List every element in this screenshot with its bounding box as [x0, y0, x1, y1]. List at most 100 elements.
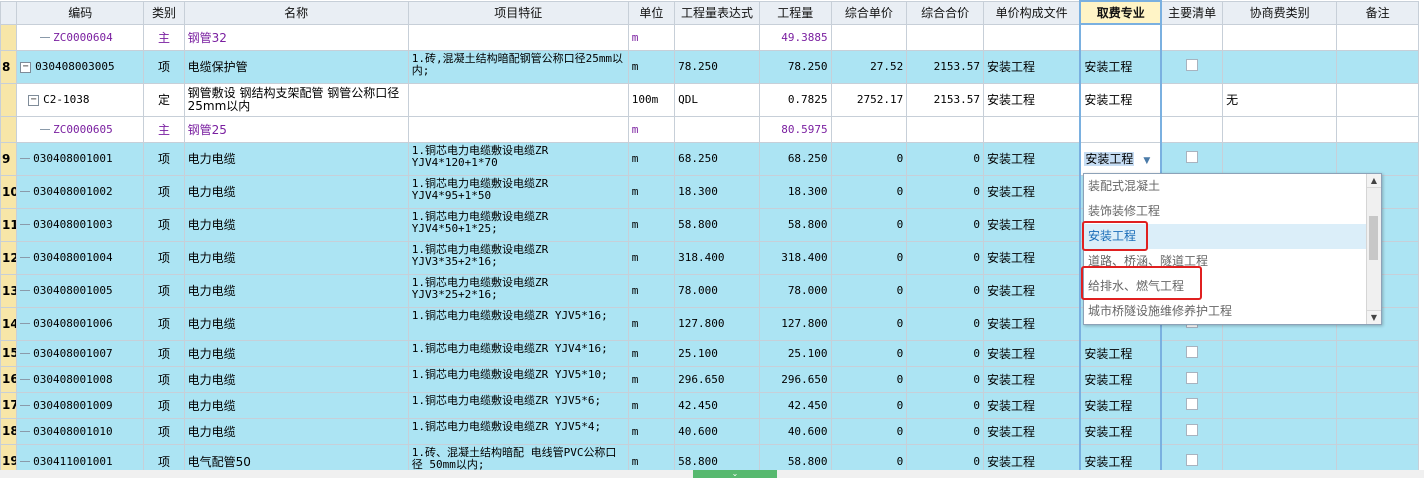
- expression-cell[interactable]: 68.250: [674, 141, 760, 176]
- col-header-price-file[interactable]: 单价构成文件: [982, 0, 1081, 25]
- main-list-cell[interactable]: [1160, 365, 1224, 393]
- table-row[interactable]: 9 030408001001 项电力电缆 1.铜芯电力电缆敷设电缆ZR YJV4*12…: [0, 141, 1419, 176]
- negotiated-fee-cell[interactable]: 无: [1222, 82, 1338, 117]
- price-file-cell[interactable]: [982, 115, 1081, 143]
- quantity-cell[interactable]: 40.600: [758, 417, 832, 445]
- type-cell[interactable]: 项: [143, 240, 185, 275]
- total-price-cell[interactable]: 0: [906, 365, 984, 393]
- unit-price-cell[interactable]: 0: [830, 365, 908, 393]
- unit-cell[interactable]: m: [627, 23, 676, 51]
- unit-cell[interactable]: m: [627, 365, 676, 393]
- type-cell[interactable]: 主: [143, 23, 185, 51]
- quantity-cell[interactable]: 68.250: [758, 141, 832, 176]
- note-cell[interactable]: [1336, 141, 1419, 176]
- code-cell[interactable]: ZC0000605: [16, 115, 145, 143]
- expression-cell[interactable]: 42.450: [674, 391, 760, 419]
- unit-price-cell[interactable]: [830, 23, 908, 51]
- type-cell[interactable]: 项: [143, 306, 185, 341]
- table-row[interactable]: 19 030411001001 项电气配管501.砖、混凝土结构暗配 电线管PVC公…: [0, 443, 1419, 470]
- quantity-cell[interactable]: 58.800: [758, 207, 832, 242]
- total-price-cell[interactable]: 2153.57: [906, 49, 984, 84]
- total-price-cell[interactable]: 0: [906, 417, 984, 445]
- table-row[interactable]: 18 030408001010 项电力电缆1.铜芯电力电缆敷设电缆ZR YJV5*4…: [0, 417, 1419, 445]
- unit-cell[interactable]: m: [627, 391, 676, 419]
- code-cell[interactable]: −030408003005: [16, 49, 145, 84]
- fee-specialty-cell[interactable]: 安装工程: [1079, 49, 1163, 84]
- col-header-feature[interactable]: 项目特征: [407, 0, 629, 25]
- code-cell[interactable]: ZC0000604: [16, 23, 145, 51]
- negotiated-fee-cell[interactable]: [1222, 365, 1338, 393]
- table-row[interactable]: 16 030408001008 项电力电缆1.铜芯电力电缆敷设电缆ZR YJV5*1…: [0, 365, 1419, 393]
- col-header-total-price[interactable]: 综合合价: [906, 0, 984, 25]
- negotiated-fee-cell[interactable]: [1222, 141, 1338, 176]
- note-cell[interactable]: [1336, 115, 1419, 143]
- unit-cell[interactable]: m: [627, 240, 676, 275]
- note-cell[interactable]: [1336, 23, 1419, 51]
- unit-price-cell[interactable]: 2752.17: [830, 82, 908, 117]
- total-price-cell[interactable]: 0: [906, 443, 984, 470]
- main-list-checkbox[interactable]: [1186, 423, 1199, 436]
- price-file-cell[interactable]: 安装工程: [982, 82, 1081, 117]
- col-header-negotiated-fee[interactable]: 协商费类别: [1222, 0, 1338, 25]
- code-cell[interactable]: 030408001005: [16, 273, 145, 308]
- total-price-cell[interactable]: 0: [906, 141, 984, 176]
- feature-cell[interactable]: [407, 115, 629, 143]
- feature-cell[interactable]: 1.铜芯电力电缆敷设电缆ZR YJV3*35+2*16;: [407, 240, 629, 275]
- name-cell[interactable]: 钢管敷设 钢结构支架配管 钢管公称口径25mm以内: [183, 82, 409, 117]
- unit-cell[interactable]: m: [627, 115, 676, 143]
- expression-cell[interactable]: 40.600: [674, 417, 760, 445]
- code-cell[interactable]: 030408001001: [16, 141, 145, 176]
- main-list-cell[interactable]: [1160, 141, 1224, 176]
- code-cell[interactable]: 030408001003: [16, 207, 145, 242]
- main-list-checkbox[interactable]: [1186, 345, 1199, 358]
- table-row[interactable]: 17 030408001009 项电力电缆1.铜芯电力电缆敷设电缆ZR YJV5*6…: [0, 391, 1419, 419]
- total-price-cell[interactable]: [906, 23, 984, 51]
- unit-cell[interactable]: m: [627, 417, 676, 445]
- quantity-cell[interactable]: 80.5975: [758, 115, 832, 143]
- dropdown-option[interactable]: 装配式混凝土: [1084, 174, 1381, 199]
- unit-cell[interactable]: m: [627, 141, 676, 176]
- note-cell[interactable]: [1336, 49, 1419, 84]
- type-cell[interactable]: 项: [143, 339, 185, 367]
- negotiated-fee-cell[interactable]: [1222, 49, 1338, 84]
- total-price-cell[interactable]: 2153.57: [906, 82, 984, 117]
- price-file-cell[interactable]: 安装工程: [982, 141, 1081, 176]
- name-cell[interactable]: 电力电缆: [183, 391, 409, 419]
- unit-cell[interactable]: m: [627, 306, 676, 341]
- total-price-cell[interactable]: [906, 115, 984, 143]
- feature-cell[interactable]: [407, 23, 629, 51]
- note-cell[interactable]: [1336, 391, 1419, 419]
- type-cell[interactable]: 项: [143, 141, 185, 176]
- main-list-cell[interactable]: [1160, 82, 1224, 117]
- name-cell[interactable]: 钢管25: [183, 115, 409, 143]
- feature-cell[interactable]: 1.铜芯电力电缆敷设电缆ZR YJV3*25+2*16;: [407, 273, 629, 308]
- name-cell[interactable]: 电缆保护管: [183, 49, 409, 84]
- price-file-cell[interactable]: [982, 23, 1081, 51]
- total-price-cell[interactable]: 0: [906, 207, 984, 242]
- total-price-cell[interactable]: 0: [906, 240, 984, 275]
- type-cell[interactable]: 定: [143, 82, 185, 117]
- total-price-cell[interactable]: 0: [906, 174, 984, 209]
- quantity-cell[interactable]: 318.400: [758, 240, 832, 275]
- price-file-cell[interactable]: 安装工程: [982, 306, 1081, 341]
- price-file-cell[interactable]: 安装工程: [982, 365, 1081, 393]
- unit-cell[interactable]: m: [627, 443, 676, 470]
- code-cell[interactable]: 030408001006: [16, 306, 145, 341]
- unit-price-cell[interactable]: 0: [830, 141, 908, 176]
- negotiated-fee-cell[interactable]: [1222, 115, 1338, 143]
- type-cell[interactable]: 主: [143, 115, 185, 143]
- col-header-fee-specialty[interactable]: 取费专业: [1079, 0, 1163, 25]
- type-cell[interactable]: 项: [143, 443, 185, 470]
- total-price-cell[interactable]: 0: [906, 391, 984, 419]
- expression-cell[interactable]: 58.800: [674, 207, 760, 242]
- feature-cell[interactable]: 1.铜芯电力电缆敷设电缆ZR YJV4*120+1*70: [407, 141, 629, 176]
- expression-cell[interactable]: 58.800: [674, 443, 760, 470]
- col-header-type[interactable]: 类别: [143, 0, 185, 25]
- col-header-name[interactable]: 名称: [183, 0, 409, 25]
- table-row[interactable]: 15 030408001007 项电力电缆1.铜芯电力电缆敷设电缆ZR YJV4*1…: [0, 339, 1419, 367]
- quantity-cell[interactable]: 296.650: [758, 365, 832, 393]
- name-cell[interactable]: 电力电缆: [183, 141, 409, 176]
- expression-cell[interactable]: 78.250: [674, 49, 760, 84]
- note-cell[interactable]: [1336, 82, 1419, 117]
- total-price-cell[interactable]: 0: [906, 339, 984, 367]
